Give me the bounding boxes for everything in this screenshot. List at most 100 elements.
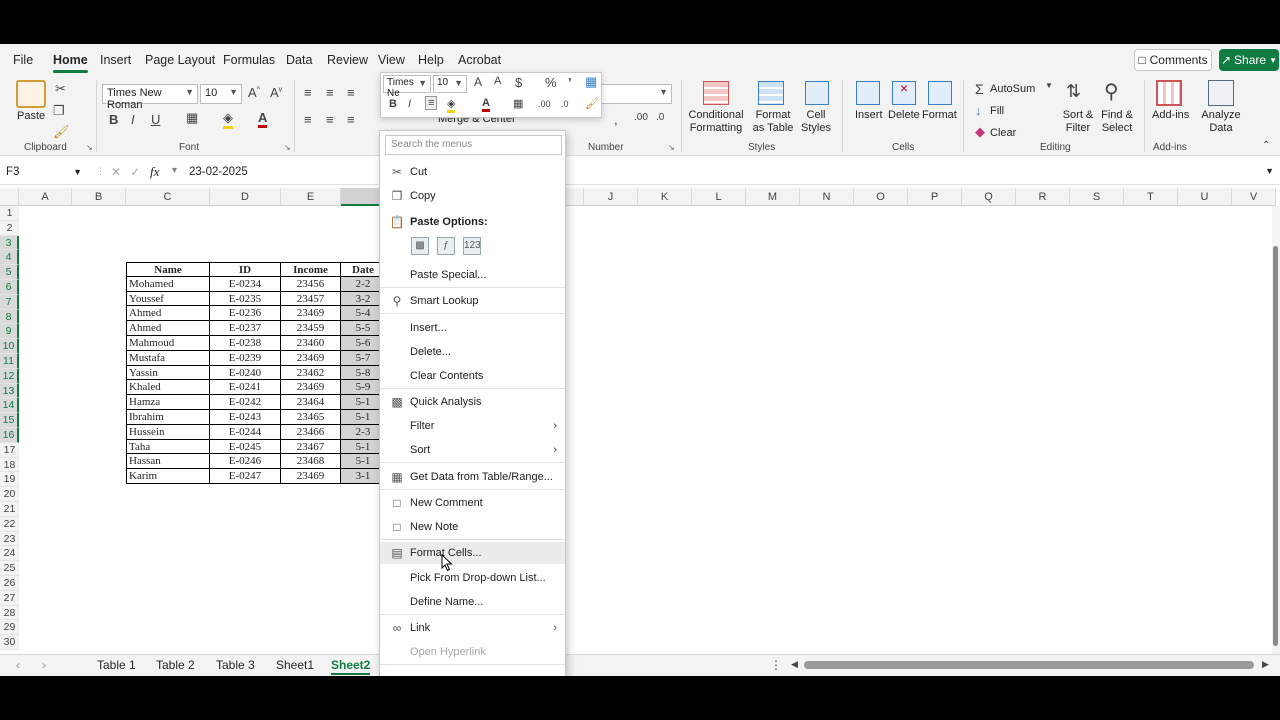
tab-formulas[interactable]: Formulas [223, 53, 275, 67]
table-cell[interactable]: Hussein [126, 424, 210, 440]
search-icon[interactable]: ⚲ [1104, 79, 1119, 104]
table-cell[interactable]: 23464 [281, 395, 341, 410]
row-header[interactable]: 27 [0, 590, 19, 606]
menu-item-filter[interactable]: Filter › [380, 415, 565, 437]
table-cell[interactable]: E-0237 [210, 321, 281, 336]
delete-cells-icon[interactable]: × [892, 81, 916, 105]
row-header[interactable]: 5 [0, 265, 19, 280]
row-header[interactable]: 21 [0, 502, 19, 517]
select-all-corner[interactable] [0, 188, 19, 206]
copy-icon[interactable]: ❐ [53, 103, 65, 119]
comments-button[interactable]: □ Comments [1134, 49, 1212, 71]
font-size-combo[interactable]: 10 ▼ [200, 84, 242, 104]
name-box[interactable]: F3 ▼ [2, 163, 86, 183]
decrease-decimal-icon[interactable]: .0 [656, 112, 664, 123]
sheet-tab-active[interactable]: Sheet2 [331, 658, 371, 675]
increase-font-icon[interactable]: A^ [248, 85, 260, 100]
collapse-ribbon-icon[interactable]: ⌃ [1262, 140, 1270, 151]
table-cell[interactable]: 23465 [281, 410, 341, 425]
table-cell[interactable]: 23469 [281, 306, 341, 322]
sheet-tab[interactable]: Table 3 [216, 658, 255, 672]
italic-icon[interactable]: I [408, 98, 411, 110]
font-name-combo[interactable]: Times New Roman ▼ [102, 84, 198, 111]
row-header[interactable]: 18 [0, 457, 19, 473]
menu-search-input[interactable]: Search the menus [385, 135, 562, 155]
table-header[interactable]: Name [126, 262, 210, 277]
row-header[interactable]: 15 [0, 413, 19, 428]
table-header[interactable]: ID [210, 262, 281, 277]
column-header[interactable] [566, 188, 584, 206]
table-cell[interactable]: 23468 [281, 454, 341, 470]
column-header[interactable]: J [584, 188, 638, 206]
align-middle-icon[interactable]: ≡ [326, 85, 334, 100]
bold-icon[interactable]: B [389, 98, 397, 110]
table-cell[interactable]: E-0247 [210, 469, 281, 484]
share-button[interactable]: ↗ Share ▼ [1219, 49, 1279, 71]
align-bottom-icon[interactable]: ≡ [347, 85, 355, 100]
fill-color-icon[interactable]: ◈ [447, 97, 456, 113]
tab-page-layout[interactable]: Page Layout [145, 53, 215, 67]
column-header[interactable]: L [692, 188, 746, 206]
sheet-tab[interactable]: Table 1 [97, 658, 136, 672]
font-color-icon[interactable]: A [482, 97, 490, 112]
scroll-right-icon[interactable]: ▶ [1262, 659, 1269, 670]
row-header[interactable]: 17 [0, 442, 19, 458]
next-sheet-icon[interactable]: › [42, 658, 46, 672]
horizontal-scrollbar[interactable] [804, 661, 1254, 669]
table-cell[interactable]: E-0239 [210, 350, 281, 366]
menu-item-clear-contents[interactable]: Clear Contents [380, 365, 565, 387]
sheet-tab[interactable]: Sheet1 [276, 658, 314, 672]
column-header[interactable]: P [908, 188, 962, 206]
table-cell[interactable]: Ahmed [126, 306, 210, 322]
insert-cells-button[interactable]: Insert [855, 109, 883, 122]
table-cell[interactable]: Yassin [126, 365, 210, 381]
column-header[interactable]: S [1070, 188, 1124, 206]
menu-item-sort[interactable]: Sort › [380, 439, 565, 461]
more-options-icon[interactable]: ⋮ [770, 658, 782, 672]
worksheet-grid[interactable]: A B C D E J K L M N O P Q R S T U V 1234… [0, 188, 1280, 654]
format-as-table-button[interactable]: Format as Table [750, 109, 796, 135]
row-header[interactable]: 14 [0, 398, 19, 414]
row-header[interactable]: 24 [0, 546, 19, 562]
column-header[interactable]: Q [962, 188, 1016, 206]
column-header[interactable]: O [854, 188, 908, 206]
menu-item-format-cells[interactable]: ▤ Format Cells... [380, 542, 565, 564]
cut-icon[interactable]: ✂ [55, 81, 66, 97]
row-header[interactable]: 10 [0, 339, 19, 354]
menu-item-get-data[interactable]: ▦ Get Data from Table/Range... [380, 466, 565, 488]
sort-filter-button[interactable]: Sort & Filter [1060, 109, 1096, 135]
paste-icon[interactable]: ▩ [411, 237, 429, 255]
menu-item-copy[interactable]: ❐ Copy [380, 185, 565, 207]
autosum-icon[interactable]: Σ [975, 81, 984, 97]
menu-item-new-note[interactable]: □ New Note [380, 516, 565, 538]
table-cell[interactable]: 23457 [281, 291, 341, 307]
format-cells-button[interactable]: Format [922, 109, 957, 122]
menu-item-delete[interactable]: Delete... [380, 341, 565, 363]
sort-filter-icon[interactable]: ⇅ [1066, 81, 1081, 102]
tab-data[interactable]: Data [286, 53, 312, 67]
column-header[interactable]: B [72, 188, 126, 206]
table-cell[interactable]: Taha [126, 439, 210, 455]
row-header[interactable]: 22 [0, 516, 19, 532]
tab-home[interactable]: Home [53, 53, 88, 73]
decrease-font-icon[interactable]: Av [270, 85, 282, 100]
table-cell[interactable]: 23459 [281, 321, 341, 336]
fill-button[interactable]: Fill [990, 105, 1004, 118]
menu-item-quick-analysis[interactable]: ▩ Quick Analysis [380, 391, 565, 413]
align-center-icon[interactable]: ≡ [326, 112, 334, 127]
table-cell[interactable]: Mahmoud [126, 336, 210, 351]
column-header[interactable]: R [1016, 188, 1070, 206]
cell-styles-button[interactable]: Cell Styles [798, 109, 834, 135]
table-cell[interactable]: E-0238 [210, 336, 281, 351]
insert-cells-icon[interactable] [856, 81, 880, 105]
row-header[interactable]: 29 [0, 620, 19, 636]
cell-styles-icon[interactable] [805, 81, 829, 105]
column-header[interactable]: U [1178, 188, 1232, 206]
table-cell[interactable]: E-0235 [210, 291, 281, 307]
row-header[interactable]: 11 [0, 354, 19, 369]
row-header[interactable]: 13 [0, 383, 19, 399]
menu-item-link[interactable]: ∞ Link › [380, 617, 565, 639]
table-cell[interactable]: Karim [126, 469, 210, 484]
paste-icon[interactable] [16, 80, 46, 108]
table-cell[interactable]: E-0234 [210, 276, 281, 292]
